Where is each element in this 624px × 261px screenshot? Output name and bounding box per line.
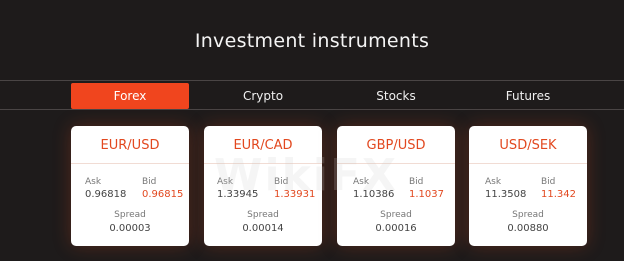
card-divider	[469, 163, 587, 164]
tab-crypto[interactable]: Crypto	[204, 83, 322, 109]
quote-card-gbp-usd[interactable]: GBP/USD Ask Bid 1.10386 1.1037 Spread 0.…	[337, 126, 455, 246]
ask-label: Ask	[353, 177, 370, 187]
instrument-tab-bar: Forex Crypto Stocks Futures	[0, 80, 624, 110]
currency-pair: GBP/USD	[366, 138, 426, 153]
bid-label: Bid	[541, 177, 556, 187]
ask-value: 1.33945	[217, 189, 259, 200]
bid-value: 1.33931	[274, 189, 316, 200]
tab-futures[interactable]: Futures	[469, 83, 587, 109]
spread-label: Spread	[114, 210, 146, 220]
spread-value: 0.00014	[242, 223, 284, 234]
bid-label: Bid	[142, 177, 157, 187]
bid-value: 11.342	[541, 189, 576, 200]
spread-label: Spread	[247, 210, 279, 220]
card-divider	[71, 163, 189, 164]
spread-value: 0.00880	[507, 223, 549, 234]
tab-stocks[interactable]: Stocks	[337, 83, 455, 109]
ask-label: Ask	[485, 177, 502, 187]
ask-value: 0.96818	[85, 189, 127, 200]
bid-label: Bid	[274, 177, 289, 187]
tab-forex[interactable]: Forex	[71, 83, 189, 109]
spread-label: Spread	[380, 210, 412, 220]
spread-value: 0.00003	[109, 223, 151, 234]
spread-value: 0.00016	[375, 223, 417, 234]
page-title: Investment instruments	[194, 30, 430, 52]
ask-label: Ask	[217, 177, 234, 187]
spread-label: Spread	[512, 210, 544, 220]
currency-pair: EUR/CAD	[233, 138, 293, 153]
currency-pair: USD/SEK	[499, 138, 557, 153]
ask-value: 1.10386	[353, 189, 395, 200]
quote-card-eur-cad[interactable]: EUR/CAD Ask Bid 1.33945 1.33931 Spread 0…	[204, 126, 322, 246]
currency-pair: EUR/USD	[100, 138, 160, 153]
ask-value: 11.3508	[485, 189, 527, 200]
quote-card-usd-sek[interactable]: USD/SEK Ask Bid 11.3508 11.342 Spread 0.…	[469, 126, 587, 246]
card-divider	[204, 163, 322, 164]
quote-card-eur-usd[interactable]: EUR/USD Ask Bid 0.96818 0.96815 Spread 0…	[71, 126, 189, 246]
bid-label: Bid	[409, 177, 424, 187]
bid-value: 0.96815	[142, 189, 184, 200]
card-divider	[337, 163, 455, 164]
ask-label: Ask	[85, 177, 102, 187]
bid-value: 1.1037	[409, 189, 444, 200]
